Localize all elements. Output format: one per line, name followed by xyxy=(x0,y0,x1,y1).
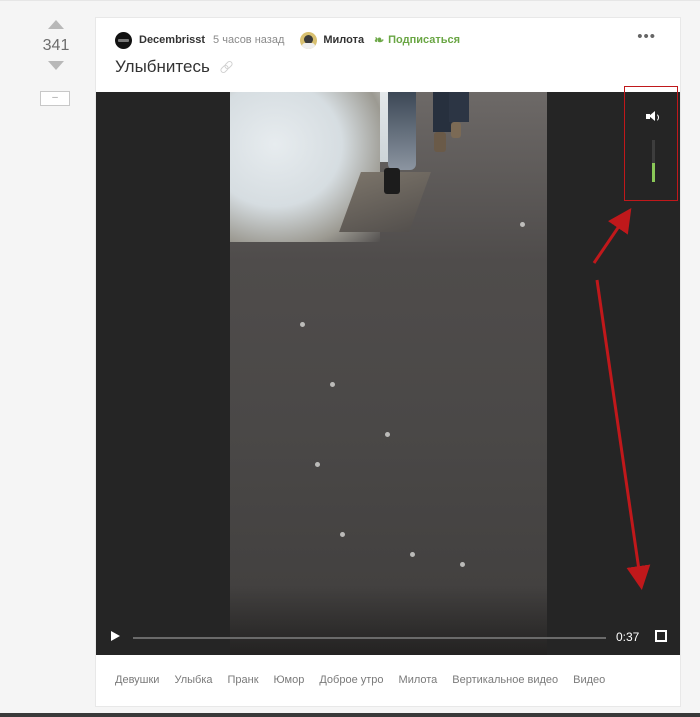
road-speck xyxy=(315,462,320,467)
fullscreen-icon[interactable] xyxy=(655,630,667,642)
tag-link[interactable]: Улыбка xyxy=(174,674,212,686)
road-speck xyxy=(520,222,525,227)
volume-icon[interactable] xyxy=(646,110,660,124)
top-divider xyxy=(0,0,700,1)
tag-link[interactable]: Милота xyxy=(399,674,438,686)
link-icon[interactable] xyxy=(219,59,234,75)
play-icon[interactable] xyxy=(111,631,120,641)
story-card: Decembrisst 5 часов назад Милота ❧ Подпи… xyxy=(95,17,681,707)
tag-list: Девушки Улыбка Пранк Юмор Доброе утро Милота В… xyxy=(115,674,620,686)
road-speck xyxy=(460,562,465,567)
rating-score: 341 xyxy=(42,37,70,54)
player-controls: 0:37 xyxy=(96,619,680,655)
more-options-button[interactable]: ••• xyxy=(637,29,656,44)
author-name[interactable]: Decembrisst xyxy=(139,34,205,46)
community-avatar[interactable] xyxy=(300,31,318,49)
tag-link[interactable]: Пранк xyxy=(228,674,259,686)
tag-link[interactable]: Вертикальное видео xyxy=(452,674,558,686)
video-frame[interactable] xyxy=(230,92,547,655)
progress-bar[interactable] xyxy=(133,637,606,639)
road-speck xyxy=(330,382,335,387)
walker-boot xyxy=(384,168,400,194)
bottom-edge-bar xyxy=(0,713,700,717)
subscribe-label: Подписаться xyxy=(388,34,461,46)
volume-slider[interactable] xyxy=(652,140,655,182)
collapse-story-button[interactable]: – xyxy=(40,91,70,106)
subscribe-button[interactable]: ❧ Подписаться xyxy=(374,34,460,46)
community-name[interactable]: Милота xyxy=(323,34,364,46)
video-player[interactable]: 0:37 xyxy=(96,86,680,655)
post-time: 5 часов назад xyxy=(213,34,285,46)
author-avatar[interactable] xyxy=(115,31,132,49)
walker-leg xyxy=(388,92,416,170)
video-duration: 0:37 xyxy=(616,630,640,644)
downvote-arrow-icon[interactable] xyxy=(48,61,64,70)
road-speck xyxy=(340,532,345,537)
walker-boot xyxy=(451,122,461,138)
volume-control[interactable] xyxy=(624,110,680,206)
upvote-arrow-icon[interactable] xyxy=(48,20,64,29)
story-title[interactable]: Улыбнитесь xyxy=(115,57,210,77)
volume-level xyxy=(652,163,655,182)
road-speck xyxy=(300,322,305,327)
story-title-row: Улыбнитесь xyxy=(115,57,234,77)
walker-leg xyxy=(449,92,469,122)
walker-boot xyxy=(434,132,446,152)
rating-panel: 341 – xyxy=(30,16,82,106)
road-speck xyxy=(385,432,390,437)
story-header: Decembrisst 5 часов назад Милота ❧ Подпи… xyxy=(115,31,460,49)
road-speck xyxy=(410,552,415,557)
subscribe-leaf-icon: ❧ xyxy=(374,33,385,47)
tag-link[interactable]: Видео xyxy=(573,674,605,686)
tag-link[interactable]: Доброе утро xyxy=(319,674,383,686)
tag-link[interactable]: Девушки xyxy=(115,674,159,686)
tag-link[interactable]: Юмор xyxy=(274,674,305,686)
